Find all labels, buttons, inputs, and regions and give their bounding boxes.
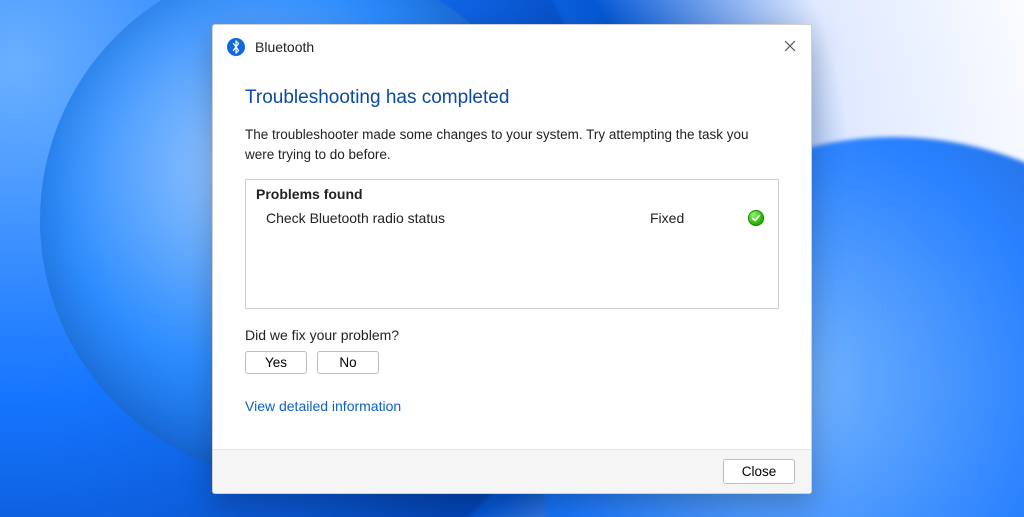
- no-button[interactable]: No: [317, 351, 379, 374]
- dialog-footer: Close: [213, 449, 811, 493]
- view-details-link[interactable]: View detailed information: [245, 398, 401, 414]
- check-circle-icon: [748, 210, 764, 226]
- yes-button[interactable]: Yes: [245, 351, 307, 374]
- dialog-content: Troubleshooting has completed The troubl…: [213, 69, 811, 449]
- close-icon[interactable]: [779, 35, 801, 57]
- window-title: Bluetooth: [255, 39, 314, 55]
- problem-status: Fixed: [650, 210, 740, 226]
- page-heading: Troubleshooting has completed: [245, 87, 779, 109]
- close-button[interactable]: Close: [723, 459, 795, 484]
- title-bar: Bluetooth: [213, 25, 811, 69]
- feedback-question: Did we fix your problem?: [245, 327, 779, 343]
- troubleshooter-dialog: Bluetooth Troubleshooting has completed …: [212, 24, 812, 494]
- problem-status-mark: [740, 210, 764, 226]
- bluetooth-icon: [227, 38, 245, 56]
- feedback-buttons: Yes No: [245, 351, 779, 374]
- problems-panel: Problems found Check Bluetooth radio sta…: [245, 179, 779, 309]
- page-description: The troubleshooter made some changes to …: [245, 125, 779, 166]
- problem-label: Check Bluetooth radio status: [266, 210, 650, 226]
- problems-header: Problems found: [246, 180, 778, 206]
- problem-row: Check Bluetooth radio status Fixed: [246, 206, 778, 230]
